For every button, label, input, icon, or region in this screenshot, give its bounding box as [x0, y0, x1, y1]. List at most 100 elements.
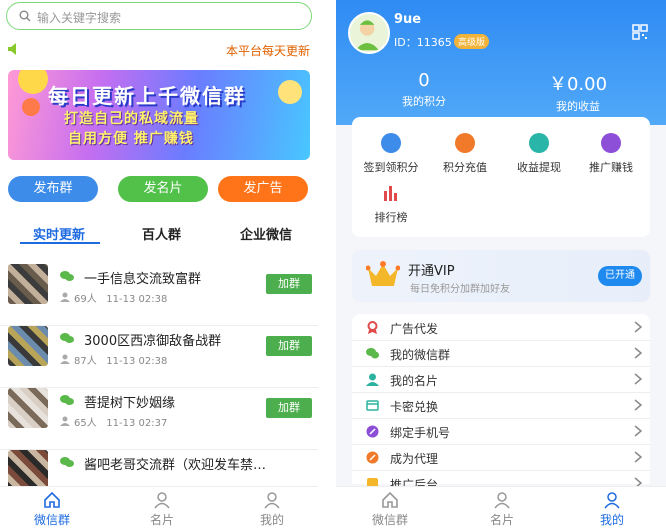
wechat-icon [366, 348, 379, 359]
income-stat[interactable]: ￥0.00 我的收益 [518, 70, 638, 114]
menu-redeem-code[interactable]: 卡密兑换 [352, 393, 650, 419]
menu-ad-service[interactable]: 广告代发 [352, 315, 650, 341]
tab-realtime[interactable]: 实时更新 [33, 224, 85, 243]
banner-slogan: 自用方便 推广赚钱 [68, 131, 194, 147]
group-avatar [8, 264, 48, 304]
home-icon [382, 491, 398, 508]
checkin-button[interactable]: 签到领积分 [354, 133, 428, 175]
nav-cards[interactable]: 名片 [472, 491, 532, 528]
nav-cards[interactable]: 名片 [132, 491, 192, 528]
promote-button[interactable]: 推广赚钱 [574, 133, 648, 175]
avatar[interactable] [348, 12, 390, 54]
wechat-icon [60, 457, 74, 467]
tab-indicator [20, 242, 100, 244]
promo-banner[interactable]: 每日更新上千微信群 打造自己的私域流量 自用方便 推广赚钱 [8, 70, 310, 160]
group-meta: 69人 11-13 02:38 [74, 294, 168, 305]
left-screen: 输入关键字搜索 本平台每天更新 每日更新上千微信群 打造自己的私域流量 自用方便… [0, 0, 318, 531]
crown-icon [366, 261, 400, 286]
group-name: 酱吧老哥交流群（欢迎发车禁… [84, 458, 267, 473]
balloon-icon [18, 70, 48, 94]
nav-wechat-groups[interactable]: 微信群 [360, 491, 420, 528]
function-card: 签到领积分 积分充值 收益提现 推广赚钱 排行榜 [352, 117, 650, 237]
join-group-button[interactable]: 加群 [266, 336, 312, 356]
card-icon [366, 400, 379, 411]
menu-my-card[interactable]: 我的名片 [352, 367, 650, 393]
moneybag-icon [529, 133, 549, 153]
search-icon [19, 10, 31, 22]
menu-my-groups[interactable]: 我的微信群 [352, 341, 650, 367]
join-group-button[interactable]: 加群 [266, 398, 312, 418]
withdraw-button[interactable]: 收益提现 [502, 133, 576, 175]
home-icon [44, 491, 60, 508]
points-stat[interactable]: 0 我的积分 [364, 70, 484, 109]
profile-header: 9ue ID：11365 高级版 0 我的积分 ￥0.00 我的收益 [336, 0, 666, 125]
wechat-icon [60, 333, 74, 343]
wechat-icon [60, 271, 74, 281]
action-buttons: 发布群 发名片 发广告 [8, 176, 312, 204]
ranking-button[interactable]: 排行榜 [354, 183, 428, 225]
search-bar[interactable]: 输入关键字搜索 [6, 2, 312, 30]
right-screen: 9ue ID：11365 高级版 0 我的积分 ￥0.00 我的收益 签到领积分… [336, 0, 666, 531]
bottom-nav: 微信群 名片 我的 [336, 486, 666, 531]
nav-wechat-groups[interactable]: 微信群 [22, 491, 82, 528]
divider [318, 0, 336, 531]
vip-card[interactable]: 开通VIP 每日免积分加群加好友 已开通 [352, 250, 650, 302]
person-icon [154, 492, 170, 509]
nav-mine[interactable]: 我的 [582, 491, 642, 528]
user-icon [264, 492, 280, 509]
chevron-right-icon [634, 399, 642, 411]
balloon-icon [278, 80, 302, 104]
group-row[interactable]: 3000区西凉御敌备战群 87人 11-13 02:38 加群 [0, 326, 318, 388]
person-icon [494, 492, 510, 509]
vip-title: 开通VIP [408, 264, 455, 279]
user-icon [604, 492, 620, 509]
chevron-right-icon [634, 425, 642, 437]
user-id: ID：11365 [394, 36, 452, 49]
group-name: 菩提树下妙姻缘 [84, 396, 176, 411]
chevron-right-icon [634, 321, 642, 333]
join-group-button[interactable]: 加群 [266, 274, 312, 294]
phone-icon [366, 425, 379, 438]
group-meta: 87人 11-13 02:38 [74, 356, 168, 367]
qrcode-icon[interactable] [632, 24, 648, 40]
bar-chart-icon [381, 183, 401, 203]
speaker-icon [8, 43, 16, 55]
group-tabs: 实时更新 百人群 企业微信 [0, 220, 318, 250]
group-meta: 65人 11-13 02:37 [74, 418, 168, 429]
agent-icon [366, 451, 379, 464]
group-avatar [8, 326, 48, 366]
username: 9ue [394, 12, 422, 27]
recharge-button[interactable]: 积分充值 [428, 133, 502, 175]
group-row[interactable]: 一手信息交流致富群 69人 11-13 02:38 加群 [0, 264, 318, 326]
badge-icon [381, 133, 401, 153]
chevron-right-icon [634, 373, 642, 385]
add-user-icon [601, 133, 621, 153]
tab-hundred[interactable]: 百人群 [142, 224, 181, 243]
yuan-icon [455, 133, 475, 153]
nav-mine[interactable]: 我的 [242, 491, 302, 528]
group-name: 3000区西凉御敌备战群 [84, 334, 222, 349]
search-placeholder: 输入关键字搜索 [37, 11, 122, 25]
chevron-right-icon [634, 451, 642, 463]
menu-become-agent[interactable]: 成为代理 [352, 445, 650, 471]
group-name: 一手信息交流致富群 [84, 272, 202, 287]
vip-status-button[interactable]: 已开通 [598, 266, 642, 286]
menu-bind-phone[interactable]: 绑定手机号 [352, 419, 650, 445]
notice-text: 本平台每天更新 [225, 44, 310, 58]
level-badge: 高级版 [454, 34, 490, 49]
person-icon [60, 292, 70, 302]
publish-ad-button[interactable]: 发广告 [218, 176, 308, 202]
balloon-icon [22, 98, 40, 116]
banner-subtitle: 打造自己的私域流量 [64, 111, 199, 127]
tab-enterprise[interactable]: 企业微信 [240, 224, 292, 243]
person-icon [60, 354, 70, 364]
publish-group-button[interactable]: 发布群 [8, 176, 98, 202]
publish-card-button[interactable]: 发名片 [118, 176, 208, 202]
person-icon [60, 416, 70, 426]
person-icon [366, 373, 379, 386]
notice-bar: 本平台每天更新 [0, 38, 318, 62]
group-avatar [8, 388, 48, 428]
group-row[interactable]: 菩提树下妙姻缘 65人 11-13 02:37 加群 [0, 388, 318, 450]
award-icon [367, 321, 378, 334]
banner-title: 每日更新上千微信群 [48, 84, 246, 108]
